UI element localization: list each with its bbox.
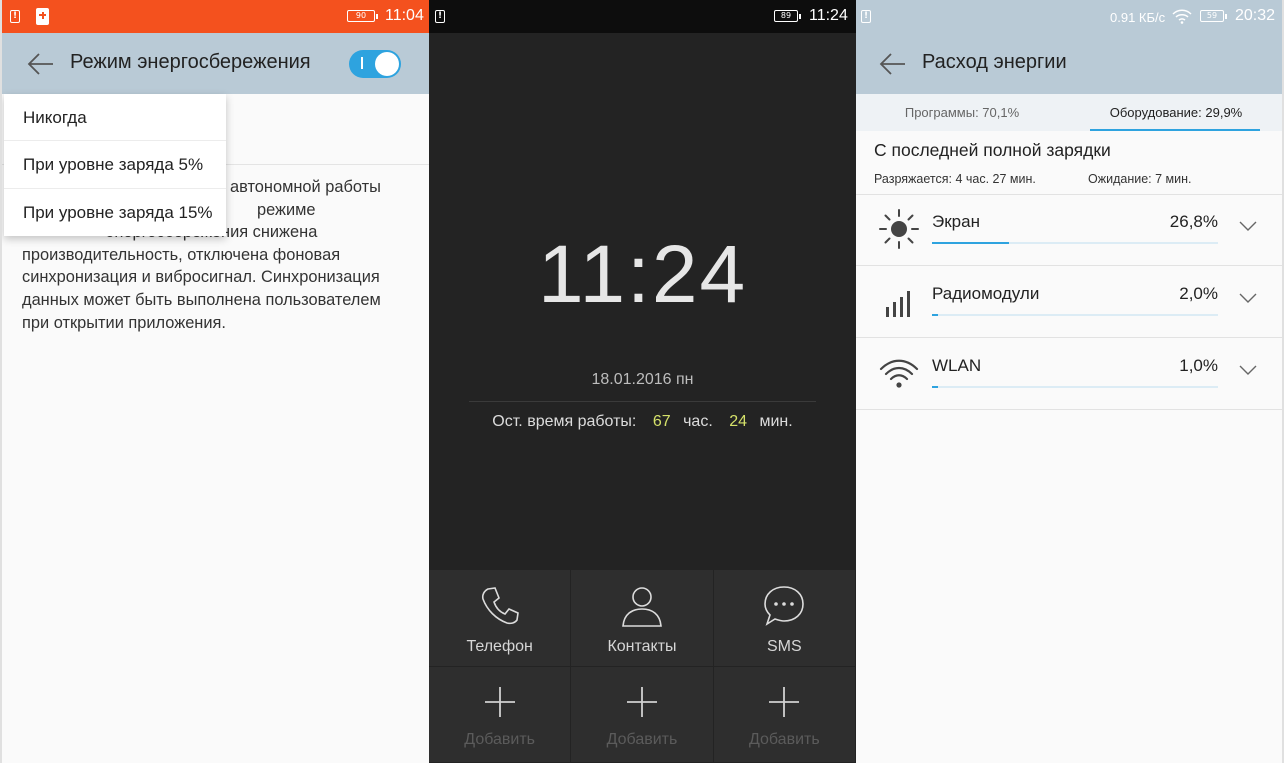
usage-bar-fill [932, 314, 938, 316]
back-arrow-icon[interactable] [26, 49, 56, 79]
toggle-knob [375, 52, 399, 76]
sun-icon [879, 209, 919, 249]
battery-indicator: 59 [1200, 10, 1227, 22]
app-label: SMS [766, 638, 802, 655]
status-bar: ! 89 11:24 [429, 0, 856, 33]
signal-bars-icon [886, 291, 910, 317]
status-bar: ! 90 11:04 [2, 0, 429, 33]
active-tab-indicator [1090, 129, 1260, 131]
add-label: Добавить [748, 730, 820, 748]
usage-bar [932, 386, 1218, 388]
phone-icon [481, 587, 519, 625]
page-title: Режим энергосбережения [70, 51, 311, 73]
notification-icon: ! [10, 10, 20, 23]
tab-hardware[interactable]: Оборудование: 29,9% [1068, 94, 1282, 131]
chevron-down-icon[interactable] [1238, 216, 1258, 236]
status-time: 11:04 [385, 7, 424, 24]
usage-bar-fill [932, 386, 938, 388]
usage-item-percent: 1,0% [1179, 356, 1218, 375]
wifi-status-icon [1172, 9, 1192, 24]
usage-row-wlan[interactable]: WLAN 1,0% [856, 338, 1282, 410]
usage-tabs: Программы: 70,1% Оборудование: 29,9% [856, 94, 1282, 131]
add-label: Добавить [464, 730, 536, 748]
battery-indicator: 89 [774, 10, 801, 22]
power-saving-home-screen: ! 89 11:24 11:24 18.01.2016 пн Ост. врем… [429, 0, 856, 763]
app-bar: Режим энергосбережения [2, 33, 429, 94]
remaining-minutes: 24 [729, 413, 748, 430]
add-app-button[interactable]: Добавить [429, 666, 572, 763]
notification-icon: ! [435, 10, 445, 23]
dropdown-option-5-percent[interactable]: При уровне заряда 5% [4, 141, 226, 189]
person-icon [622, 587, 662, 627]
date-label: 18.01.2016 пн [591, 371, 694, 388]
wifi-icon [879, 359, 919, 388]
divider [856, 409, 1282, 410]
add-app-button[interactable]: Добавить [713, 666, 856, 763]
chevron-down-icon[interactable] [1238, 360, 1258, 380]
status-bar: ! 0.91 КБ/с 59 20:32 [856, 0, 1282, 33]
power-saving-toggle[interactable] [349, 50, 401, 78]
plus-icon [484, 686, 515, 717]
app-label: Контакты [607, 638, 677, 655]
network-speed: 0.91 КБ/с [1110, 10, 1166, 25]
activation-dropdown: Никогда При уровне заряда 5% При уровне … [4, 94, 226, 236]
app-grid: Телефон Контакты SMS Добавить Добавить Д… [429, 570, 856, 763]
plus-icon [626, 686, 657, 717]
battery-saver-icon [36, 8, 49, 25]
remaining-hours: 67 [652, 413, 671, 430]
since-full-charge-label: С последней полной зарядки [874, 140, 1111, 160]
remaining-time: Ост. время работы: 67 час. 24 мин. [429, 413, 856, 431]
battery-usage-screen: ! 0.91 КБ/с 59 20:32 Расход энергии Прог… [856, 0, 1284, 763]
status-time: 11:24 [809, 7, 848, 24]
sms-app-button[interactable]: SMS [713, 570, 856, 667]
usage-item-name: WLAN [932, 356, 982, 375]
dropdown-option-never[interactable]: Никогда [4, 94, 226, 142]
remaining-minutes-unit: мин. [759, 413, 793, 430]
remaining-hours-unit: час. [683, 413, 713, 430]
message-icon [764, 586, 805, 626]
battery-indicator: 90 [347, 10, 378, 22]
add-label: Добавить [606, 730, 678, 748]
toggle-on-mark [361, 57, 363, 69]
app-bar: Расход энергии [856, 33, 1282, 94]
dropdown-option-15-percent[interactable]: При уровне заряда 15% [4, 189, 226, 236]
phone-app-button[interactable]: Телефон [429, 570, 572, 667]
power-saving-screen: ! 90 11:04 Режим энергосбережения автоно… [0, 0, 429, 763]
contacts-app-button[interactable]: Контакты [571, 570, 714, 667]
usage-row-radio[interactable]: Радиомодули 2,0% [856, 266, 1282, 338]
page-title: Расход энергии [922, 51, 1067, 73]
usage-item-percent: 26,8% [1169, 212, 1218, 231]
status-time: 20:32 [1235, 7, 1276, 24]
usage-item-percent: 2,0% [1179, 284, 1218, 303]
usage-bar [932, 314, 1218, 316]
home-clock: 11:24 [537, 229, 748, 320]
usage-bar [932, 242, 1218, 244]
tab-programs[interactable]: Программы: 70,1% [856, 94, 1068, 131]
usage-item-name: Экран [932, 212, 980, 231]
chevron-down-icon[interactable] [1238, 288, 1258, 308]
discharging-stat: Разряжается: 4 час. 27 мин. [874, 172, 1036, 186]
standby-stat: Ожидание: 7 мин. [1088, 172, 1192, 186]
app-label: Телефон [466, 638, 533, 655]
back-arrow-icon[interactable] [878, 49, 908, 79]
add-app-button[interactable]: Добавить [571, 666, 714, 763]
divider [469, 401, 816, 402]
usage-bar-fill [932, 242, 1009, 244]
usage-item-name: Радиомодули [932, 284, 1040, 303]
usage-row-screen[interactable]: Экран 26,8% [856, 194, 1282, 266]
notification-icon: ! [861, 10, 871, 23]
plus-icon [769, 686, 800, 717]
remaining-label: Ост. время работы: [492, 413, 637, 430]
